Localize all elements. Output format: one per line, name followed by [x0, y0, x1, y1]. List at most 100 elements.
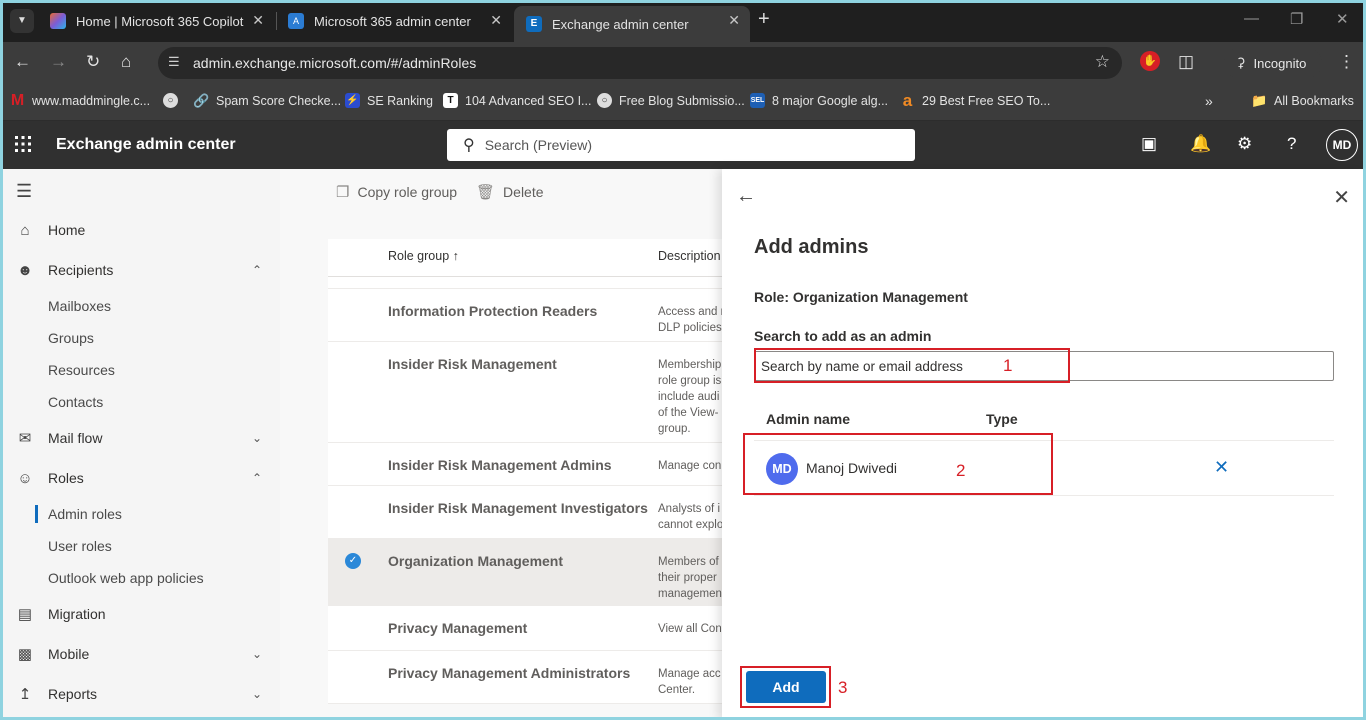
link-icon: 🔗 — [193, 92, 210, 108]
table-row[interactable]: Insider Risk Management Investigators An… — [328, 486, 722, 539]
table-row[interactable]: Privacy Management Administrators Manage… — [328, 651, 722, 704]
bookmark-label: Free Blog Submissio... — [619, 93, 745, 108]
incognito-badge[interactable]: ⚳ Incognito — [1224, 48, 1322, 78]
gear-icon[interactable]: ⚙ — [1237, 134, 1252, 154]
bookmark-star-icon[interactable]: ☆ — [1095, 52, 1110, 72]
nav-item-user-roles[interactable]: User roles — [0, 530, 280, 562]
new-tab-icon[interactable]: + — [758, 8, 770, 31]
table-row[interactable]: Information Protection Readers Access an… — [328, 289, 722, 342]
bookmark-item[interactable]: SEL 8 major Google alg... — [750, 93, 888, 108]
tab-m365-copilot[interactable]: Home | Microsoft 365 Copilot ✕ — [38, 6, 274, 36]
site-info-icon[interactable]: ☰ — [168, 54, 180, 70]
annotation-number-2: 2 — [956, 461, 966, 480]
nav-item-groups[interactable]: Groups — [0, 322, 280, 354]
bookmark-item[interactable]: M www.maddmingle.c... — [10, 91, 151, 109]
exchange-icon: E — [526, 16, 542, 32]
close-tab-icon[interactable]: ✕ — [728, 12, 740, 29]
annotation-box-1 — [754, 348, 1070, 383]
nav-label: Migration — [48, 606, 106, 622]
nav-label: Admin roles — [48, 506, 122, 522]
col-type: Type — [986, 411, 1018, 427]
help-icon[interactable]: ? — [1287, 134, 1296, 154]
nav-item-resources[interactable]: Resources — [0, 354, 280, 386]
bookmark-item[interactable]: ○ Free Blog Submissio... — [597, 93, 745, 108]
extensions-puzzle-icon[interactable]: ◫ — [1178, 52, 1194, 72]
nav-label: Resources — [48, 362, 115, 378]
maddmingle-icon: M — [10, 91, 25, 109]
browser-menu-icon[interactable]: ⋮ — [1338, 52, 1355, 72]
bookmark-item[interactable]: ○ — [163, 93, 185, 108]
table-row-partial — [328, 277, 722, 289]
nav-item-reports[interactable]: ↥ Reports ⌄ — [0, 678, 280, 710]
tab-exchange-admin[interactable]: E Exchange admin center ✕ — [514, 6, 750, 42]
nav-item-mobile[interactable]: ▩ Mobile ⌄ — [0, 638, 280, 670]
nav-item-contacts[interactable]: Contacts — [0, 386, 280, 418]
back-icon[interactable]: ← — [14, 52, 31, 72]
terminal-icon[interactable]: ▣ — [1141, 134, 1157, 154]
table-row[interactable]: Insider Risk Management Admins Manage co… — [328, 443, 722, 486]
table-row-selected[interactable]: ✓ Organization Management Members of the… — [328, 539, 722, 606]
bookmark-item[interactable]: 🔗 Spam Score Checke... — [193, 92, 341, 108]
chevron-up-icon: ⌃ — [251, 471, 262, 485]
bookmark-label: www.maddmingle.c... — [32, 93, 151, 108]
nav-item-migration[interactable]: ▤ Migration — [0, 598, 280, 630]
row-name: Insider Risk Management Admins — [388, 457, 612, 473]
tab-search-dropdown[interactable]: ▼ — [10, 9, 34, 33]
nav-item-home[interactable]: ⌂ Home — [0, 214, 280, 246]
row-description: Manage con — [658, 460, 722, 472]
search-icon: ⚲ — [463, 137, 475, 154]
chevron-down-icon: ⌄ — [251, 431, 262, 445]
all-bookmarks[interactable]: 📁 All Bookmarks — [1251, 93, 1353, 108]
reload-icon[interactable]: ↻ — [86, 52, 100, 72]
hamburger-icon[interactable]: ☰ — [16, 181, 32, 202]
annotation-number-1: 1 — [1003, 356, 1013, 375]
home-icon[interactable]: ⌂ — [121, 52, 131, 72]
tab-label: Exchange admin center — [552, 16, 689, 32]
forward-icon[interactable]: → — [50, 52, 67, 72]
nav-label: Reports — [48, 686, 98, 702]
close-tab-icon[interactable]: ✕ — [252, 12, 264, 29]
address-bar[interactable]: ☰ admin.exchange.microsoft.com/#/adminRo… — [158, 47, 1122, 79]
app-launcher-icon[interactable] — [14, 135, 34, 155]
remove-icon[interactable]: ✕ — [1214, 457, 1229, 478]
nav-label: User roles — [48, 538, 112, 554]
app-title[interactable]: Exchange admin center — [56, 136, 236, 154]
search-label: Search to add as an admin — [754, 328, 932, 344]
left-nav: ☰ ⌂ Home ☻ Recipients ⌃ Mailboxes Groups… — [0, 169, 280, 720]
more-bookmarks-icon[interactable]: » — [1205, 93, 1213, 109]
close-icon[interactable]: ✕ — [1333, 185, 1350, 210]
nav-item-recipients[interactable]: ☻ Recipients ⌃ — [0, 254, 280, 286]
copy-role-group-button[interactable]: ❐ Copy role group — [336, 183, 457, 201]
tab-m365-admin[interactable]: A Microsoft 365 admin center ✕ — [276, 6, 512, 36]
table-row[interactable]: Insider Risk Management Membership role … — [328, 342, 722, 443]
window-close-icon[interactable]: ✕ — [1336, 10, 1349, 28]
nav-item-roles[interactable]: ☺ Roles ⌃ — [0, 462, 280, 494]
chevron-down-icon: ⌄ — [251, 687, 262, 701]
table-row[interactable]: Privacy Management View all Con — [328, 606, 722, 651]
person-icon: ☻ — [17, 261, 33, 279]
avatar[interactable]: MD — [1326, 129, 1358, 161]
nav-label: Mail flow — [48, 430, 103, 446]
global-search[interactable]: ⚲ Search (Preview) — [447, 129, 915, 161]
globe-icon: ○ — [597, 93, 612, 108]
nav-item-mailboxes[interactable]: Mailboxes — [0, 290, 280, 322]
bell-icon[interactable]: 🔔 — [1190, 134, 1211, 154]
minimize-icon[interactable]: — — [1244, 10, 1259, 27]
back-arrow-icon[interactable]: ← — [736, 185, 756, 208]
nav-item-admin-roles[interactable]: Admin roles — [0, 498, 280, 530]
col-description[interactable]: Description — [658, 249, 721, 263]
extension-icon[interactable]: ✋ — [1140, 51, 1160, 71]
restore-icon[interactable]: ❐ — [1290, 10, 1303, 28]
delete-button[interactable]: 🗑 Delete — [476, 183, 544, 201]
row-name: Privacy Management — [388, 620, 528, 636]
close-tab-icon[interactable]: ✕ — [490, 12, 502, 29]
bookmark-label: 8 major Google alg... — [772, 93, 889, 108]
bookmark-item[interactable]: T 104 Advanced SEO I... — [443, 93, 591, 108]
checkmark-icon[interactable]: ✓ — [345, 553, 361, 569]
nav-item-owa-policies[interactable]: Outlook web app policies — [0, 562, 280, 594]
bookmark-item[interactable]: ⚡ SE Ranking — [345, 93, 433, 108]
nav-item-mail-flow[interactable]: ✉ Mail flow ⌄ — [0, 422, 280, 454]
browser-toolbar: ← → ↻ ⌂ ☰ admin.exchange.microsoft.com/#… — [0, 42, 1366, 84]
bookmark-item[interactable]: a 29 Best Free SEO To... — [900, 91, 1051, 110]
col-role-group[interactable]: Role group ↑ — [388, 249, 459, 263]
